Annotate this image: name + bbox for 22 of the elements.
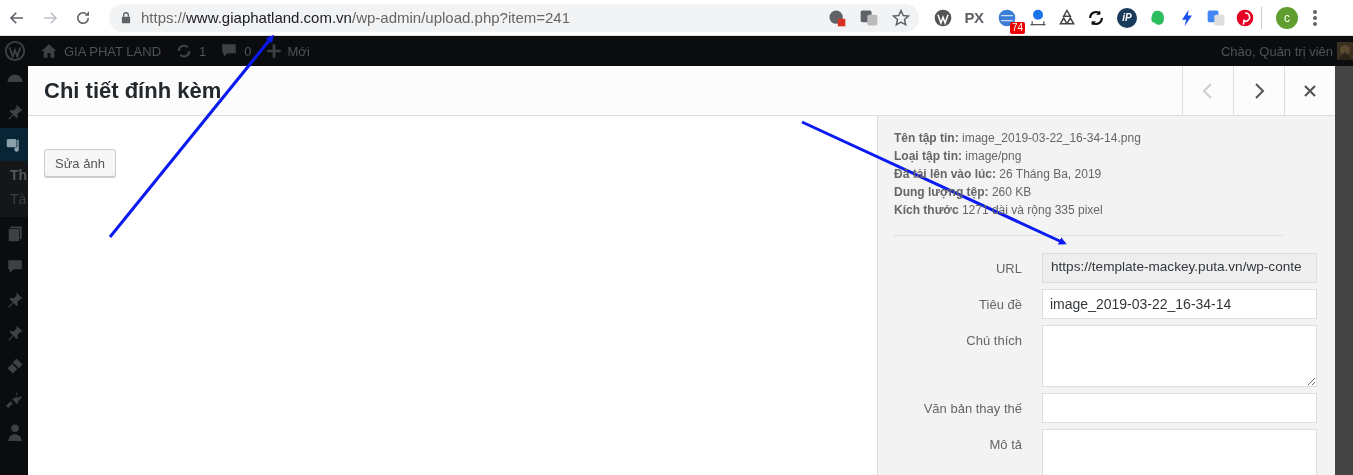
title-field[interactable]: image_2019-03-22_16-34-14 <box>1042 289 1317 319</box>
url-text: https://www.giaphatland.com.vn/wp-admin/upload.php?item=241 <box>141 9 572 26</box>
new-link[interactable]: Mới <box>287 43 310 59</box>
field-label: Mô tả <box>988 436 1022 454</box>
field-label: URL <box>995 260 1022 278</box>
address-bar[interactable]: https://www.giaphatland.com.vn/wp-admin/upload.php?item=241 <box>109 3 919 32</box>
profile-avatar[interactable]: c <box>1276 6 1298 29</box>
file-detail: Loại tập tin: image/png <box>894 148 1023 165</box>
field-label: Văn bản thay thế <box>922 400 1022 418</box>
updates-count[interactable]: 1 <box>199 43 207 59</box>
extension-button[interactable]: iP <box>1117 7 1137 28</box>
greeting-link[interactable]: Chào, Quản trị viên <box>1221 43 1333 59</box>
file-detail: Tên tập tin: image_2019-03-22_16-34-14.png <box>894 130 1142 147</box>
url-field[interactable]: https://template-mackey.puta.vn/wp-conte <box>1042 253 1317 283</box>
field-label: Tiêu đề <box>978 296 1022 314</box>
comments-count[interactable]: 0 <box>244 43 252 59</box>
edit-image-button[interactable]: Sửa ảnh <box>44 149 116 177</box>
submenu-item[interactable]: Th <box>10 167 28 183</box>
site-name-link[interactable]: GIA PHAT LAND <box>64 43 162 59</box>
extension-button[interactable]: PX <box>962 5 986 30</box>
field-label: Chú thích <box>965 332 1022 350</box>
modal-title: Chi tiết đính kèm <box>44 77 223 104</box>
